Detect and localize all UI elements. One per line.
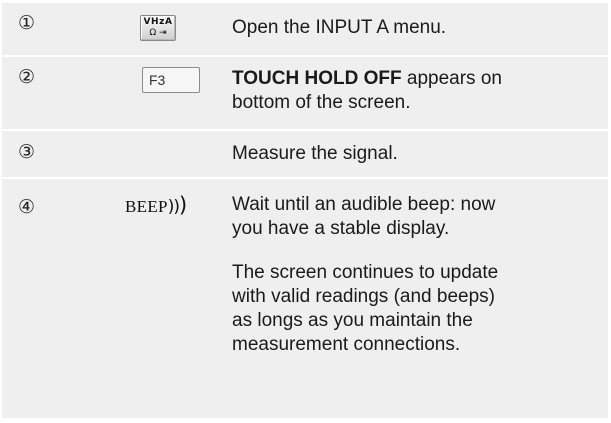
step-description: Measure the signal. xyxy=(232,142,398,166)
step-description: TOUCH HOLD OFF appears on bottom of the … xyxy=(232,67,502,115)
step-number: ② xyxy=(18,66,36,88)
step-text-line-1: Wait until an audible beep: now xyxy=(232,194,496,215)
beep-symbol: BEEP))) xyxy=(125,193,187,219)
step-text: Open the INPUT A menu. xyxy=(232,17,447,38)
step-text-line-2: bottom of the screen. xyxy=(232,92,411,113)
key-cell: F3 xyxy=(142,67,200,93)
step-row-1: ① VHzA Ω ⇥ Open the INPUT A menu. xyxy=(2,3,608,55)
step-note: The screen continues to update with vali… xyxy=(232,261,498,357)
note-line: The screen continues to update xyxy=(232,262,499,283)
input-a-key[interactable]: VHzA Ω ⇥ xyxy=(140,15,176,41)
beep-word: BEEP xyxy=(125,197,168,216)
step-number: ④ xyxy=(18,196,36,218)
beep-label: BEEP))) xyxy=(125,193,187,219)
step-row-4: ④ BEEP))) Wait until an audible beep: no… xyxy=(2,179,608,418)
touch-hold-off-label: TOUCH HOLD OFF xyxy=(232,68,402,89)
key-cell: VHzA Ω ⇥ xyxy=(140,15,176,41)
step-row-3: ③ Measure the signal. xyxy=(2,131,608,177)
step-text: Measure the signal. xyxy=(232,143,398,164)
step-text-rest: appears on xyxy=(401,68,502,89)
f3-key-label: F3 xyxy=(149,72,166,88)
f3-key[interactable]: F3 xyxy=(142,67,200,93)
step-number: ① xyxy=(18,12,36,34)
key-top-label: VHzA xyxy=(143,17,173,27)
step-row-2: ② F3 TOUCH HOLD OFF appears on bottom of… xyxy=(2,57,608,129)
sound-waves-icon: ))) xyxy=(167,193,187,217)
step-number: ③ xyxy=(18,141,36,163)
note-line: measurement connections. xyxy=(232,334,461,355)
step-text-line-2: you have a stable display. xyxy=(232,218,450,239)
procedure-steps: ① VHzA Ω ⇥ Open the INPUT A menu. ② F3 T… xyxy=(2,3,608,420)
note-line: with valid readings (and beeps) xyxy=(232,286,495,307)
note-line: as longs as you maintain the xyxy=(232,310,473,331)
step-description: Open the INPUT A menu. xyxy=(232,16,446,40)
step-description: Wait until an audible beep: now you have… xyxy=(232,193,495,241)
step-text-line-1: TOUCH HOLD OFF appears on xyxy=(232,67,502,91)
key-bottom-label: Ω ⇥ xyxy=(149,28,167,38)
